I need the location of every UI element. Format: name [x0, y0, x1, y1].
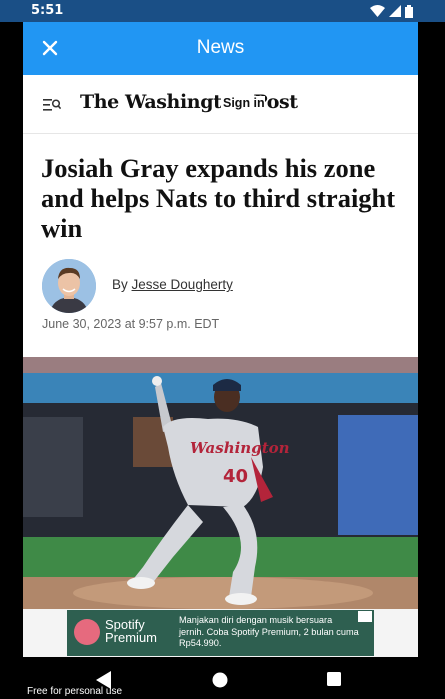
- recents-icon[interactable]: [327, 672, 341, 686]
- byline: By Jesse Dougherty: [112, 277, 233, 292]
- ad-container: Spotify Premium Manjakan diri dengan mus…: [23, 609, 418, 657]
- ad-text: Manjakan diri dengan musik bersuara jern…: [179, 615, 359, 648]
- watermark-note: Free for personal use: [27, 686, 123, 697]
- site-header: The Washington Post Sign in: [23, 75, 418, 134]
- publish-date: June 30, 2023 at 9:57 p.m. EDT: [42, 317, 220, 331]
- battery-icon: [405, 4, 413, 18]
- spotify-icon: [74, 619, 100, 645]
- status-time: 5:51: [31, 3, 64, 18]
- author-avatar[interactable]: [42, 259, 96, 313]
- status-icons: [370, 4, 413, 18]
- app-bar-title: News: [196, 37, 245, 58]
- author-link[interactable]: Jesse Dougherty: [132, 277, 233, 292]
- signal-icon: [389, 5, 401, 17]
- svg-text:Washington: Washington: [190, 439, 290, 457]
- app-window: News The Washington Post Sign in Josiah …: [23, 22, 418, 657]
- ad-banner[interactable]: Spotify Premium Manjakan diri dengan mus…: [67, 610, 374, 656]
- byline-prefix: By: [112, 277, 128, 292]
- sign-in-link[interactable]: Sign in: [221, 96, 265, 110]
- menu-search-icon[interactable]: [43, 98, 61, 112]
- article-headline: Josiah Gray expands his zone and helps N…: [41, 153, 396, 243]
- status-bar: 5:51: [0, 0, 445, 22]
- home-icon[interactable]: [212, 672, 228, 688]
- ad-brand-line2: Premium: [105, 630, 158, 645]
- article-photo: Washington 40: [23, 357, 418, 609]
- adchoices-icon[interactable]: [358, 611, 372, 622]
- svg-text:40: 40: [223, 466, 248, 487]
- wifi-icon: [370, 5, 385, 17]
- ad-brand: Spotify Premium: [105, 618, 157, 644]
- site-logo[interactable]: The Washington Post: [80, 91, 298, 113]
- app-bar: News: [23, 22, 418, 75]
